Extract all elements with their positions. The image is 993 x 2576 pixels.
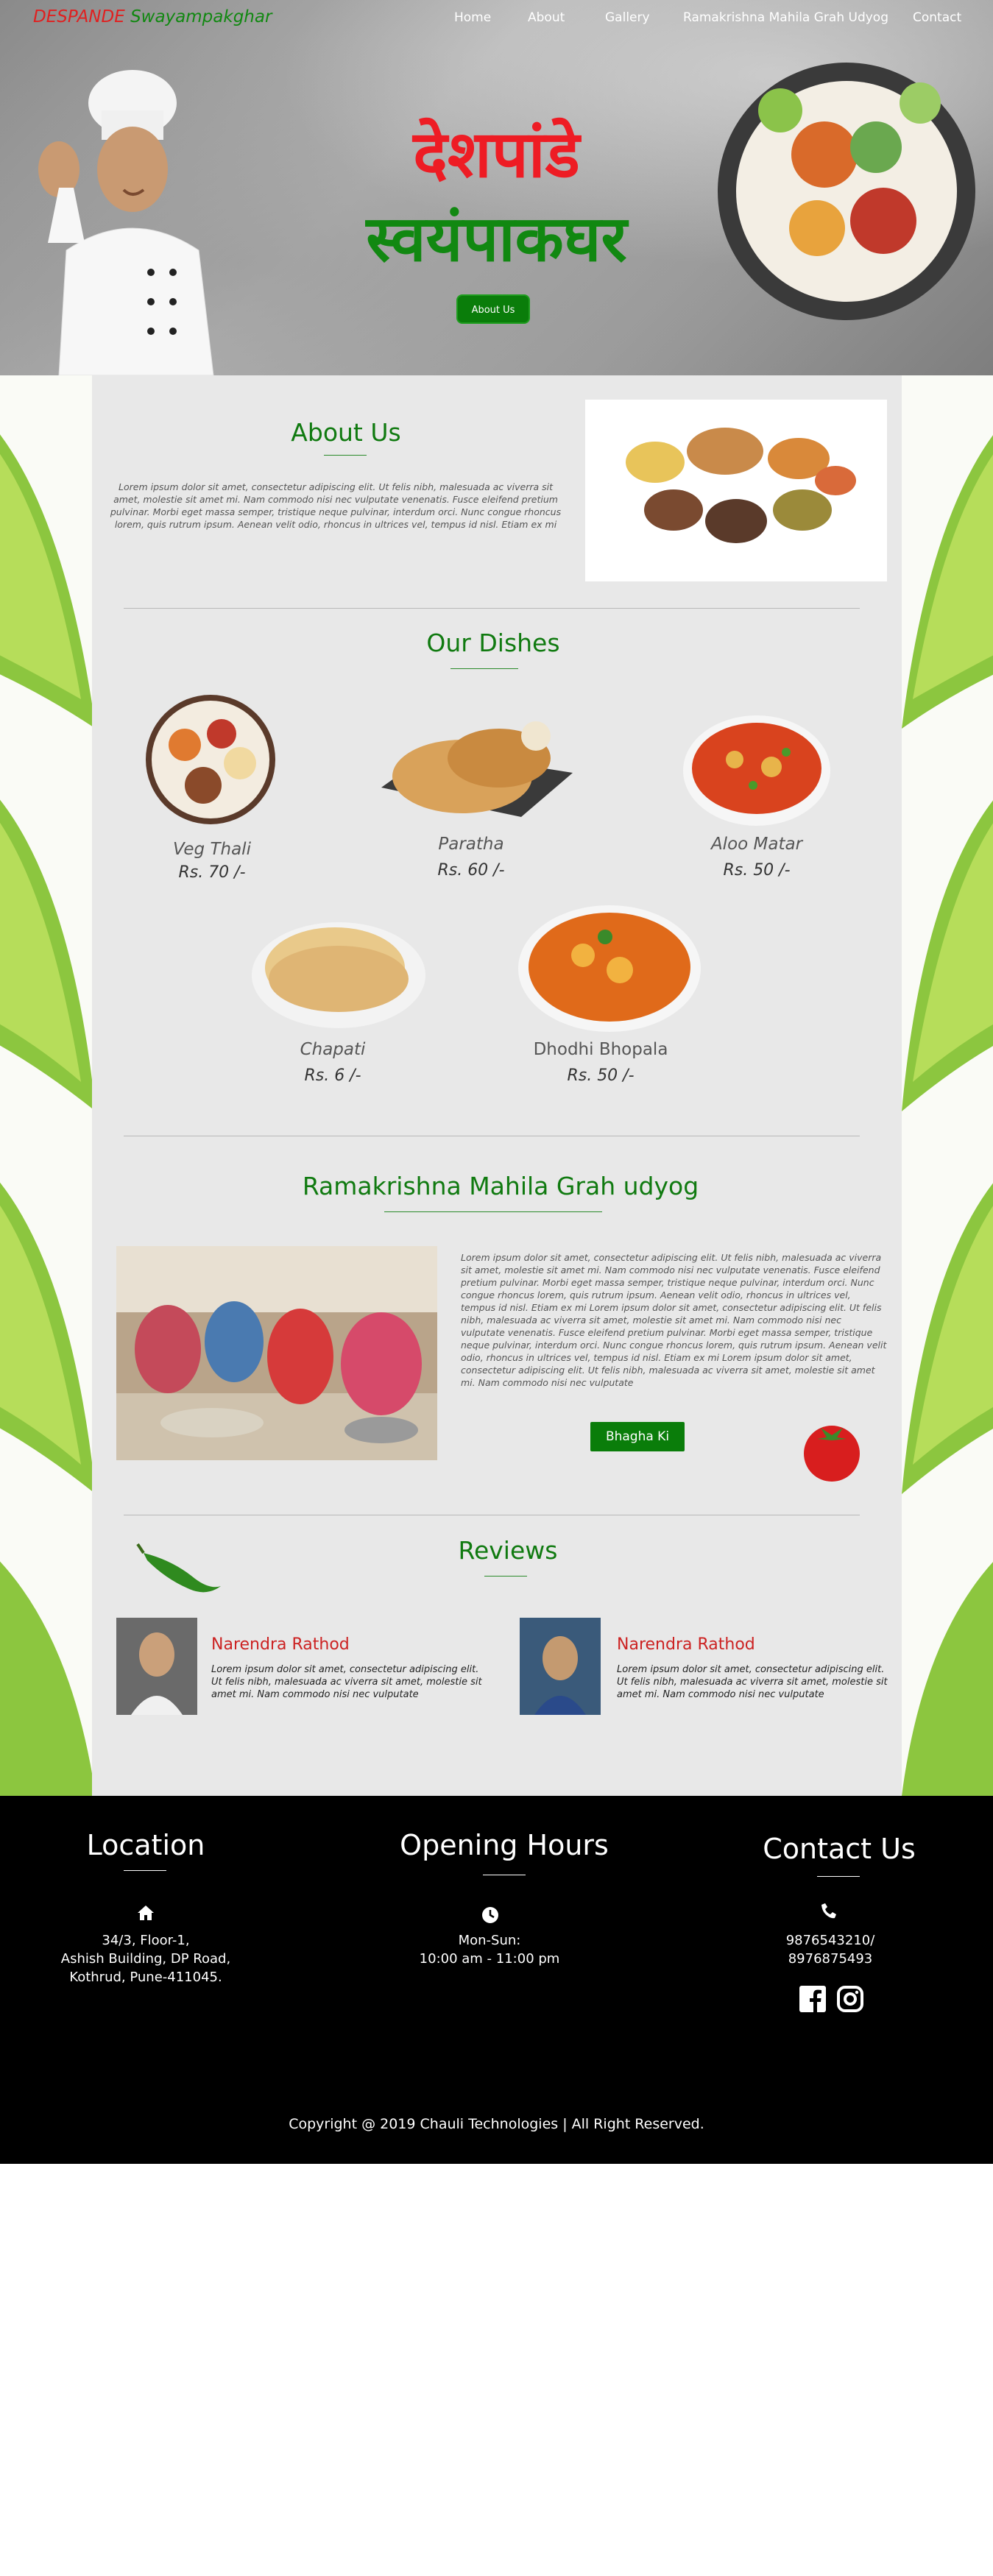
- nav-gallery[interactable]: Gallery: [605, 10, 650, 25]
- dish-image-veg-thali: [146, 695, 275, 824]
- facebook-icon[interactable]: [799, 1986, 826, 2012]
- about-text: Lorem ipsum dolor sit amet, consectetur …: [110, 481, 562, 530]
- clock-icon: [482, 1907, 498, 1923]
- reviewer-name: Narendra Rathod: [617, 1635, 755, 1654]
- phone-number-2[interactable]: 8976875493: [698, 1950, 963, 1968]
- dish-price: Rs. 50 /-: [723, 861, 791, 880]
- about-title: About Us: [291, 418, 401, 447]
- nav-home[interactable]: Home: [454, 10, 491, 25]
- hours-title: Opening Hours: [400, 1829, 609, 1861]
- bhagha-ki-button[interactable]: Bhagha Ki: [590, 1422, 685, 1451]
- dish-price: Rs. 6 /-: [304, 1066, 361, 1085]
- dish-image-chapati: [252, 922, 425, 1028]
- reviewer-name: Narendra Rathod: [211, 1635, 350, 1654]
- udyog-image: [116, 1246, 437, 1460]
- dish-price: Rs. 70 /-: [178, 863, 246, 882]
- dishes-title-underline: [450, 668, 518, 669]
- udyog-title-underline: [384, 1211, 602, 1212]
- location-title: Location: [86, 1829, 205, 1861]
- instagram-icon[interactable]: [837, 1986, 863, 2012]
- about-us-button[interactable]: About Us: [456, 294, 530, 324]
- nav-contact[interactable]: Contact: [913, 10, 961, 25]
- address-line3: Kothrud, Pune-411045.: [69, 1970, 222, 1985]
- reviews-title-underline: [484, 1576, 527, 1577]
- dish-name: Veg Thali: [173, 840, 251, 859]
- dish-name: Paratha: [438, 835, 504, 854]
- hero-banner: DESPANDE Swayampakghar Home About Galler…: [0, 0, 993, 375]
- phone-number-1[interactable]: 9876543210/: [698, 1931, 963, 1950]
- tomato-image: [804, 1426, 860, 1482]
- contact-title-underline: [817, 1876, 860, 1877]
- review-text: Lorem ipsum dolor sit amet, consectetur …: [211, 1664, 482, 1700]
- hours-days: Mon-Sun:: [458, 1933, 521, 1948]
- dish-image-paratha: [381, 721, 573, 817]
- about-title-underline: [324, 455, 367, 456]
- reviewer-avatar: [520, 1618, 601, 1715]
- dish-price: Rs. 50 /-: [567, 1066, 635, 1085]
- dish-price: Rs. 60 /-: [437, 861, 505, 880]
- section-divider: [124, 608, 860, 609]
- hero-title-line1: देशपांडे: [413, 116, 580, 192]
- dish-name: Dhodhi Bhopala: [533, 1040, 668, 1059]
- home-icon: [138, 1906, 154, 1920]
- dishes-title: Our Dishes: [426, 629, 560, 657]
- contact-title: Contact Us: [763, 1833, 916, 1865]
- address-line2: Ashish Building, DP Road,: [60, 1951, 231, 1967]
- dish-name: Chapati: [300, 1040, 366, 1059]
- nav-about[interactable]: About: [528, 10, 565, 25]
- reviewer-avatar: [116, 1618, 197, 1715]
- hours-time: 10:00 am - 11:00 pm: [419, 1951, 560, 1967]
- review-text: Lorem ipsum dolor sit amet, consectetur …: [617, 1664, 888, 1700]
- hero-title-line2: स्वयंपाकघर: [366, 202, 627, 276]
- udyog-text: Lorem ipsum dolor sit amet, consectetur …: [461, 1252, 887, 1388]
- location-title-underline: [124, 1870, 166, 1871]
- main-nav: Home About Gallery Ramakrishna Mahila Gr…: [0, 10, 993, 32]
- dish-name: Aloo Matar: [710, 835, 803, 854]
- phone-icon: [821, 1903, 836, 1919]
- nav-udyog[interactable]: Ramakrishna Mahila Grah Udyog: [683, 10, 888, 25]
- dish-image-dhodhi-bhopala: [518, 905, 701, 1032]
- chilli-image: [136, 1543, 221, 1593]
- dish-image-aloo-matar: [683, 715, 830, 826]
- address-line1: 34/3, Floor-1,: [102, 1933, 190, 1948]
- reviews-title: Reviews: [458, 1536, 558, 1565]
- copyright-text: Copyright @ 2019 Chauli Technologies | A…: [289, 2116, 704, 2132]
- about-image: [585, 400, 887, 581]
- udyog-title: Ramakrishna Mahila Grah udyog: [302, 1172, 699, 1200]
